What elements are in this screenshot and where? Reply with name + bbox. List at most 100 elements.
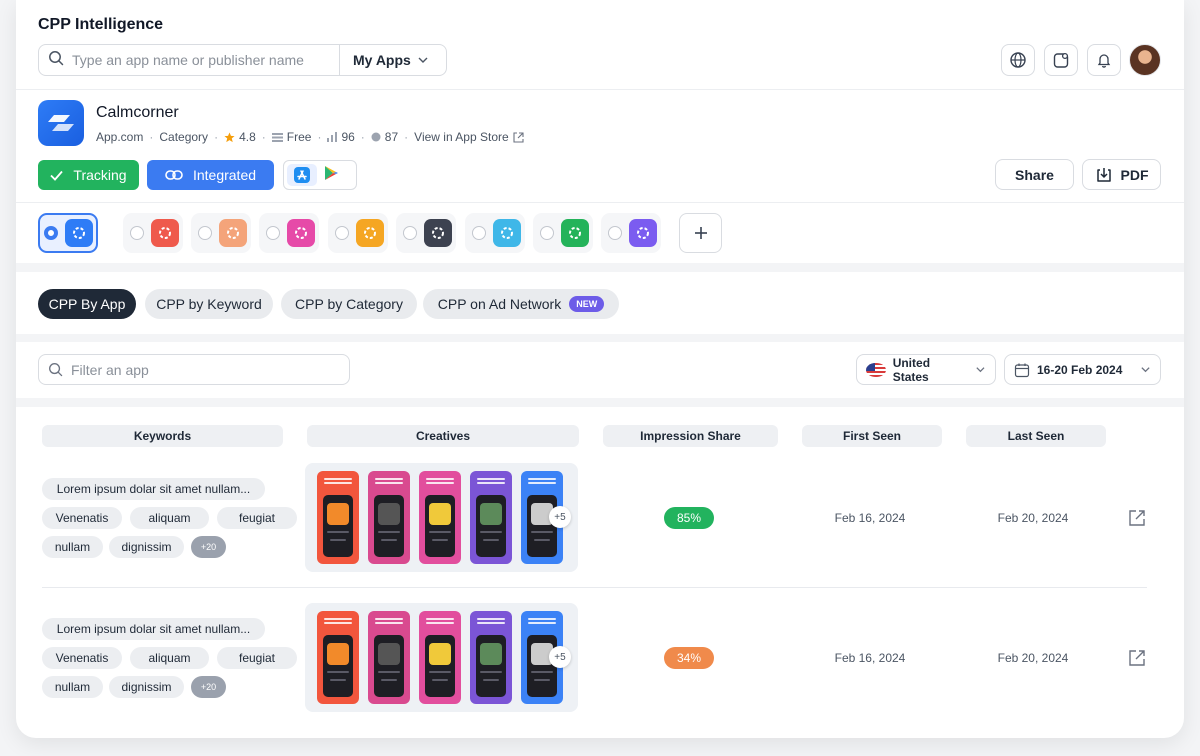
plus-icon [694, 227, 707, 239]
keyword-chip[interactable]: dignissim [109, 676, 184, 698]
creatives-strip[interactable]: +5 [305, 463, 578, 572]
keyword-chip[interactable]: nullam [42, 676, 103, 698]
search-input[interactable]: Type an app name or publisher name [72, 52, 339, 68]
separator: · [214, 130, 219, 144]
competitor-chip[interactable] [328, 213, 388, 253]
keyword-chip[interactable]: Lorem ipsum dolar sit amet nullam... [42, 478, 265, 500]
open-link-button[interactable] [1126, 507, 1148, 529]
tracking-button[interactable]: Tracking [38, 160, 139, 190]
creatives-strip[interactable]: +5 [305, 603, 578, 712]
filter-app-input[interactable]: Filter an app [38, 354, 350, 385]
competitor-chip[interactable] [38, 213, 98, 253]
store-toggle[interactable] [283, 160, 357, 190]
app-store-option[interactable] [287, 164, 317, 186]
globe-icon [1010, 52, 1026, 68]
controls-line [330, 679, 346, 681]
phone-mockup [476, 635, 506, 697]
competitor-chip[interactable] [396, 213, 456, 253]
phone-mockup [323, 635, 353, 697]
user-avatar[interactable] [1129, 44, 1161, 76]
column-header-last-seen[interactable]: Last Seen [966, 425, 1106, 447]
tab-cpp-on-ad-network[interactable]: CPP on Ad Network NEW [423, 289, 619, 319]
controls-line [381, 539, 397, 541]
radio-button[interactable] [130, 226, 144, 240]
competitor-chip[interactable] [533, 213, 593, 253]
tab-cpp-by-category[interactable]: CPP by Category [281, 289, 417, 319]
first-seen-date: Feb 16, 2024 [834, 651, 906, 665]
external-link-icon [513, 131, 524, 143]
cover-art [378, 643, 400, 665]
competitor-chip[interactable] [191, 213, 251, 253]
radio-button[interactable] [608, 226, 622, 240]
notifications-button[interactable] [1087, 44, 1121, 76]
competitor-chip[interactable] [123, 213, 183, 253]
keyword-chip[interactable]: Venenatis [42, 507, 122, 529]
cover-art [429, 643, 451, 665]
competitor-app-icon [65, 219, 93, 247]
radio-button[interactable] [403, 226, 417, 240]
creative-screenshot[interactable] [419, 471, 461, 564]
radio-button[interactable] [198, 226, 212, 240]
column-header-keywords[interactable]: Keywords [42, 425, 283, 447]
competitor-app-icon [287, 219, 315, 247]
app-stat-2: 87 [371, 130, 398, 144]
us-flag-icon [866, 362, 886, 377]
keyword-chip[interactable]: nullam [42, 536, 103, 558]
open-link-button[interactable] [1126, 647, 1148, 669]
keyword-chip[interactable]: feugiat [217, 507, 297, 529]
app-store-icon [294, 167, 310, 183]
radio-button[interactable] [540, 226, 554, 240]
tab-cpp-by-keyword[interactable]: CPP by Keyword [145, 289, 273, 319]
integrated-button[interactable]: Integrated [147, 160, 274, 190]
column-header-creatives[interactable]: Creatives [307, 425, 579, 447]
share-button[interactable]: Share [995, 159, 1074, 190]
controls-line [534, 679, 550, 681]
view-in-app-store-link[interactable]: View in App Store [414, 130, 524, 144]
app-search-box[interactable]: Type an app name or publisher name My Ap… [38, 44, 447, 76]
google-play-option[interactable] [323, 165, 339, 186]
creative-screenshot[interactable] [419, 611, 461, 704]
more-creatives-badge[interactable]: +5 [549, 646, 571, 668]
cover-art [327, 643, 349, 665]
keyword-chip[interactable]: feugiat [217, 647, 297, 669]
widget-button[interactable] [1044, 44, 1078, 76]
column-header-impression-share[interactable]: Impression Share [603, 425, 778, 447]
my-apps-label: My Apps [353, 52, 411, 68]
competitor-chip[interactable] [465, 213, 525, 253]
more-creatives-badge[interactable]: +5 [549, 506, 571, 528]
add-competitor-button[interactable] [679, 213, 722, 253]
globe-button[interactable] [1001, 44, 1035, 76]
column-header-first-seen[interactable]: First Seen [802, 425, 942, 447]
controls-line [432, 539, 448, 541]
date-range-dropdown[interactable]: 16-20 Feb 2024 [1004, 354, 1161, 385]
creative-screenshot[interactable] [317, 471, 359, 564]
creative-screenshot[interactable] [368, 471, 410, 564]
app-price: Free [271, 130, 311, 144]
more-keywords-badge[interactable]: +20 [191, 536, 226, 558]
competitor-chip[interactable] [259, 213, 319, 253]
radio-button[interactable] [472, 226, 486, 240]
tab-cpp-by-app[interactable]: CPP By App [38, 289, 136, 319]
keyword-chip[interactable]: dignissim [109, 536, 184, 558]
creative-screenshot[interactable] [368, 611, 410, 704]
keyword-chip[interactable]: Venenatis [42, 647, 122, 669]
keyword-chip[interactable]: Lorem ipsum dolar sit amet nullam... [42, 618, 265, 640]
radio-button[interactable] [266, 226, 280, 240]
competitor-chip[interactable] [601, 213, 661, 253]
creative-screenshot[interactable] [317, 611, 359, 704]
keyword-chip[interactable]: aliquam [130, 507, 209, 529]
creative-screenshot[interactable] [470, 611, 512, 704]
more-keywords-badge[interactable]: +20 [191, 676, 226, 698]
country-dropdown[interactable]: United States [856, 354, 996, 385]
radio-button[interactable] [335, 226, 349, 240]
creative-screenshot[interactable] [470, 471, 512, 564]
calmcorner-logo-icon [48, 115, 74, 131]
competitor-app-icon [561, 219, 589, 247]
phone-mockup [527, 635, 557, 697]
keyword-chip[interactable]: aliquam [130, 647, 209, 669]
my-apps-dropdown[interactable]: My Apps [340, 52, 429, 68]
tab-label: CPP by Keyword [156, 296, 262, 312]
pdf-button[interactable]: PDF [1082, 159, 1161, 190]
radio-button[interactable] [44, 226, 58, 240]
bell-icon [1097, 54, 1111, 68]
